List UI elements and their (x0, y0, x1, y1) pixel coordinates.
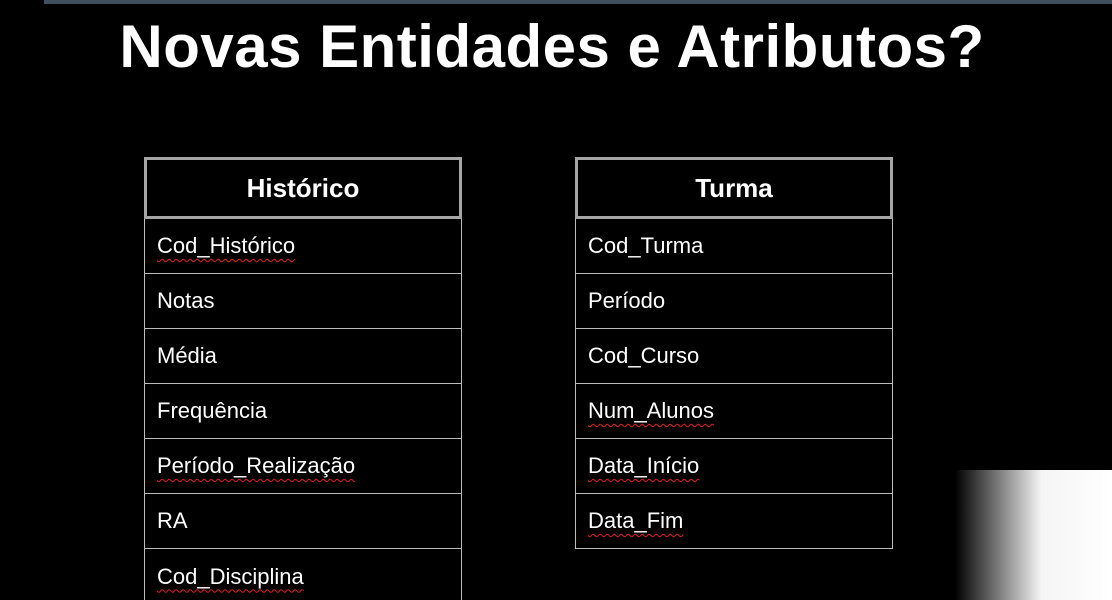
attribute-row: Período_Realização (145, 439, 461, 494)
attribute-row: Cod_Histórico (145, 219, 461, 274)
entity-table-turma: Turma Cod_Turma Período Cod_Curso Num_Al… (575, 157, 893, 549)
entity-header: Turma (575, 157, 893, 219)
attribute-row: Cod_Turma (576, 219, 892, 274)
attribute-row: Cod_Disciplina (145, 549, 461, 600)
attribute-list: Cod_Histórico Notas Média Frequência Per… (144, 219, 462, 600)
attribute-label: Data_Início (588, 453, 700, 478)
entity-table-historico: Histórico Cod_Histórico Notas Média Freq… (144, 157, 462, 600)
attribute-label: Cod_Curso (588, 343, 700, 368)
attribute-row: Cod_Curso (576, 329, 892, 384)
attribute-label: Período_Realização (157, 453, 356, 478)
attribute-label: Notas (157, 288, 215, 313)
attribute-row: Notas (145, 274, 461, 329)
attribute-label: Cod_Disciplina (157, 563, 304, 589)
corner-gradient-decoration (955, 470, 1112, 600)
attribute-label: Frequência (157, 398, 268, 423)
entity-header: Histórico (144, 157, 462, 219)
top-accent-strip (44, 0, 1112, 4)
attribute-row: Frequência (145, 384, 461, 439)
attribute-label: Data_Fim (588, 508, 684, 533)
attribute-label: RA (157, 508, 188, 533)
attribute-row: Média (145, 329, 461, 384)
attribute-row: Período (576, 274, 892, 329)
attribute-row: Data_Fim (576, 494, 892, 549)
attribute-list: Cod_Turma Período Cod_Curso Num_Alunos D… (575, 219, 893, 549)
attribute-row: RA (145, 494, 461, 549)
attribute-row: Data_Início (576, 439, 892, 494)
slide-title: Novas Entidades e Atributos? (119, 13, 985, 80)
attribute-label: Período (588, 288, 666, 313)
attribute-row: Num_Alunos (576, 384, 892, 439)
attribute-label: Média (157, 343, 217, 368)
attribute-label: Cod_Turma (588, 233, 704, 258)
attribute-label: Cod_Histórico (157, 233, 296, 258)
attribute-label: Num_Alunos (588, 398, 714, 423)
